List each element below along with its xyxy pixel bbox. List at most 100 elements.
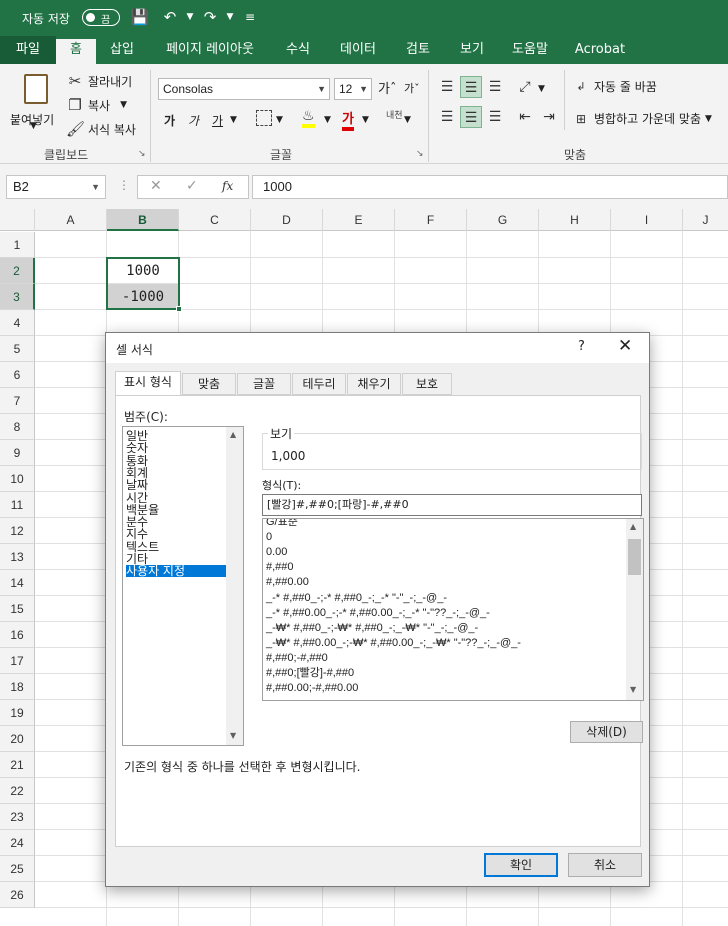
category-item[interactable]: 통화 bbox=[126, 455, 148, 467]
column-header[interactable]: G bbox=[467, 209, 539, 231]
font-size-select[interactable]: 12 ▼ bbox=[334, 78, 372, 100]
format-code-item[interactable]: _-₩* #,##0_-;-₩* #,##0_-;_-₩* "-"_-;_-@_… bbox=[266, 621, 478, 635]
tab-home[interactable]: 홈 bbox=[56, 36, 96, 64]
category-item[interactable]: 일반 bbox=[126, 430, 148, 442]
row-header[interactable]: 10 bbox=[0, 466, 35, 492]
format-code-item[interactable]: G/표준 bbox=[266, 519, 298, 529]
align-middle-icon[interactable]: ☰ bbox=[460, 76, 482, 98]
help-icon[interactable]: ? bbox=[578, 339, 585, 354]
row-header[interactable]: 5 bbox=[0, 336, 35, 362]
column-header[interactable]: J bbox=[683, 209, 728, 231]
format-code-item[interactable]: _-* #,##0_-;-* #,##0_-;_-* "-"_-;_-@_- bbox=[266, 591, 447, 605]
align-bottom-icon[interactable]: ☰ bbox=[484, 76, 506, 98]
copy-dropdown-icon[interactable]: ▼ bbox=[120, 100, 127, 110]
more-options-icon[interactable]: ⋮ bbox=[118, 178, 130, 192]
row-header[interactable]: 8 bbox=[0, 414, 35, 440]
tab-review[interactable]: 검토 bbox=[396, 36, 440, 64]
merge-center-button[interactable]: ⊞ 병합하고 가운데 맞춤 ▼ bbox=[572, 110, 712, 127]
column-header[interactable]: A bbox=[35, 209, 107, 231]
tab-view[interactable]: 보기 bbox=[450, 36, 494, 64]
fill-dropdown-icon[interactable]: ▼ bbox=[324, 115, 331, 125]
format-code-list[interactable]: G/표준 0 0.00 #,##0 #,##0.00 _-* #,##0_-;-* #,#… bbox=[262, 518, 644, 701]
scroll-up-icon[interactable]: ▲ bbox=[630, 522, 636, 531]
tab-acrobat[interactable]: Acrobat bbox=[568, 36, 632, 64]
column-header[interactable]: D bbox=[251, 209, 323, 231]
row-header[interactable]: 14 bbox=[0, 570, 35, 596]
format-scrollbar[interactable]: ▲ ▼ bbox=[626, 519, 643, 700]
row-header[interactable]: 16 bbox=[0, 622, 35, 648]
category-item[interactable]: 시간 bbox=[126, 492, 148, 504]
row-header[interactable]: 19 bbox=[0, 700, 35, 726]
redo-dropdown-icon[interactable]: ▼ bbox=[220, 12, 240, 22]
row-header[interactable]: 9 bbox=[0, 440, 35, 466]
row-header[interactable]: 3 bbox=[0, 284, 35, 310]
format-code-item[interactable]: 0.00 bbox=[266, 545, 287, 559]
cancel-button[interactable]: 취소 bbox=[568, 853, 642, 877]
fill-handle[interactable] bbox=[176, 306, 182, 312]
row-header[interactable]: 22 bbox=[0, 778, 35, 804]
format-code-item[interactable]: #,##0.00;-#,##0.00 bbox=[266, 681, 358, 695]
tab-font[interactable]: 글꼴 bbox=[237, 373, 291, 395]
tab-formulas[interactable]: 수식 bbox=[276, 36, 320, 64]
scroll-thumb[interactable] bbox=[628, 539, 641, 575]
row-header[interactable]: 13 bbox=[0, 544, 35, 570]
save-icon[interactable]: 💾 bbox=[130, 8, 150, 26]
merge-dropdown-icon[interactable]: ▼ bbox=[705, 114, 712, 124]
row-header[interactable]: 18 bbox=[0, 674, 35, 700]
phonetic-dropdown-icon[interactable]: ▼ bbox=[404, 115, 411, 125]
tab-data[interactable]: 데이터 bbox=[330, 36, 386, 64]
undo-dropdown-icon[interactable]: ▼ bbox=[180, 12, 200, 22]
align-left-icon[interactable]: ☰ bbox=[436, 106, 458, 128]
fill-color-icon[interactable]: ♨ bbox=[302, 108, 315, 128]
undo-icon[interactable]: ↶ bbox=[160, 8, 180, 26]
orientation-dropdown-icon[interactable]: ▼ bbox=[538, 84, 545, 94]
tab-protection[interactable]: 보호 bbox=[402, 373, 452, 395]
row-header[interactable]: 23 bbox=[0, 804, 35, 830]
italic-button[interactable]: 가 bbox=[188, 112, 199, 129]
format-code-item[interactable]: #,##0;[빨강]-#,##0 bbox=[266, 666, 354, 680]
orientation-icon[interactable]: ⤢ bbox=[514, 76, 536, 98]
column-header[interactable]: F bbox=[395, 209, 467, 231]
category-item[interactable]: 지수 bbox=[126, 528, 148, 540]
font-color-dropdown-icon[interactable]: ▼ bbox=[362, 115, 369, 125]
column-header[interactable]: B bbox=[107, 209, 179, 231]
decrease-indent-icon[interactable]: ⇤ bbox=[514, 106, 536, 128]
bold-button[interactable]: 가 bbox=[164, 112, 175, 129]
row-header[interactable]: 11 bbox=[0, 492, 35, 518]
clipboard-launcher-icon[interactable]: ↘ bbox=[138, 149, 146, 159]
row-header[interactable]: 2 bbox=[0, 258, 35, 284]
format-code-item[interactable]: _-₩* #,##0.00_-;-₩* #,##0.00_-;_-₩* "-"?… bbox=[266, 636, 521, 650]
align-right-icon[interactable]: ☰ bbox=[484, 106, 506, 128]
row-header[interactable]: 4 bbox=[0, 310, 35, 336]
grow-font-icon[interactable]: 가ˆ bbox=[378, 78, 396, 97]
scroll-down-icon[interactable]: ▼ bbox=[230, 731, 236, 740]
category-scrollbar[interactable]: ▲ ▼ bbox=[226, 427, 243, 745]
copy-button[interactable]: ❐ 복사 ▼ bbox=[66, 96, 127, 114]
category-item[interactable]: 회계 bbox=[126, 467, 148, 479]
delete-button[interactable]: 삭제(D) bbox=[570, 721, 643, 743]
row-header[interactable]: 7 bbox=[0, 388, 35, 414]
column-header[interactable]: C bbox=[179, 209, 251, 231]
format-code-item[interactable]: #,##0.00 bbox=[266, 575, 309, 589]
row-header[interactable]: 20 bbox=[0, 726, 35, 752]
increase-indent-icon[interactable]: ⇥ bbox=[538, 106, 560, 128]
select-all-corner[interactable] bbox=[0, 209, 35, 231]
phonetic-button[interactable]: 내천 bbox=[386, 108, 403, 121]
row-header[interactable]: 1 bbox=[0, 232, 35, 258]
ok-button[interactable]: 확인 bbox=[484, 853, 558, 877]
format-code-item[interactable]: #,##0 bbox=[266, 560, 294, 574]
category-item[interactable]: 백분율 bbox=[126, 504, 159, 516]
type-input[interactable]: [빨강]#,##0;[파랑]-#,##0 bbox=[262, 494, 642, 516]
category-item[interactable]: 날짜 bbox=[126, 479, 148, 491]
format-painter-button[interactable]: 🖌 서식 복사 bbox=[66, 120, 136, 138]
underline-button[interactable]: 가 bbox=[212, 112, 223, 129]
cut-button[interactable]: ✂ 잘라내기 bbox=[66, 72, 132, 90]
format-code-item[interactable]: #,##0;-#,##0 bbox=[266, 651, 328, 665]
category-item[interactable]: 사용자 지정 bbox=[126, 565, 227, 578]
border-dropdown-icon[interactable]: ▼ bbox=[276, 115, 283, 125]
column-header[interactable]: I bbox=[611, 209, 683, 231]
underline-dropdown-icon[interactable]: ▼ bbox=[230, 115, 237, 125]
tab-fill[interactable]: 채우기 bbox=[347, 373, 401, 395]
redo-icon[interactable]: ↷ bbox=[200, 8, 220, 26]
row-header[interactable]: 25 bbox=[0, 856, 35, 882]
